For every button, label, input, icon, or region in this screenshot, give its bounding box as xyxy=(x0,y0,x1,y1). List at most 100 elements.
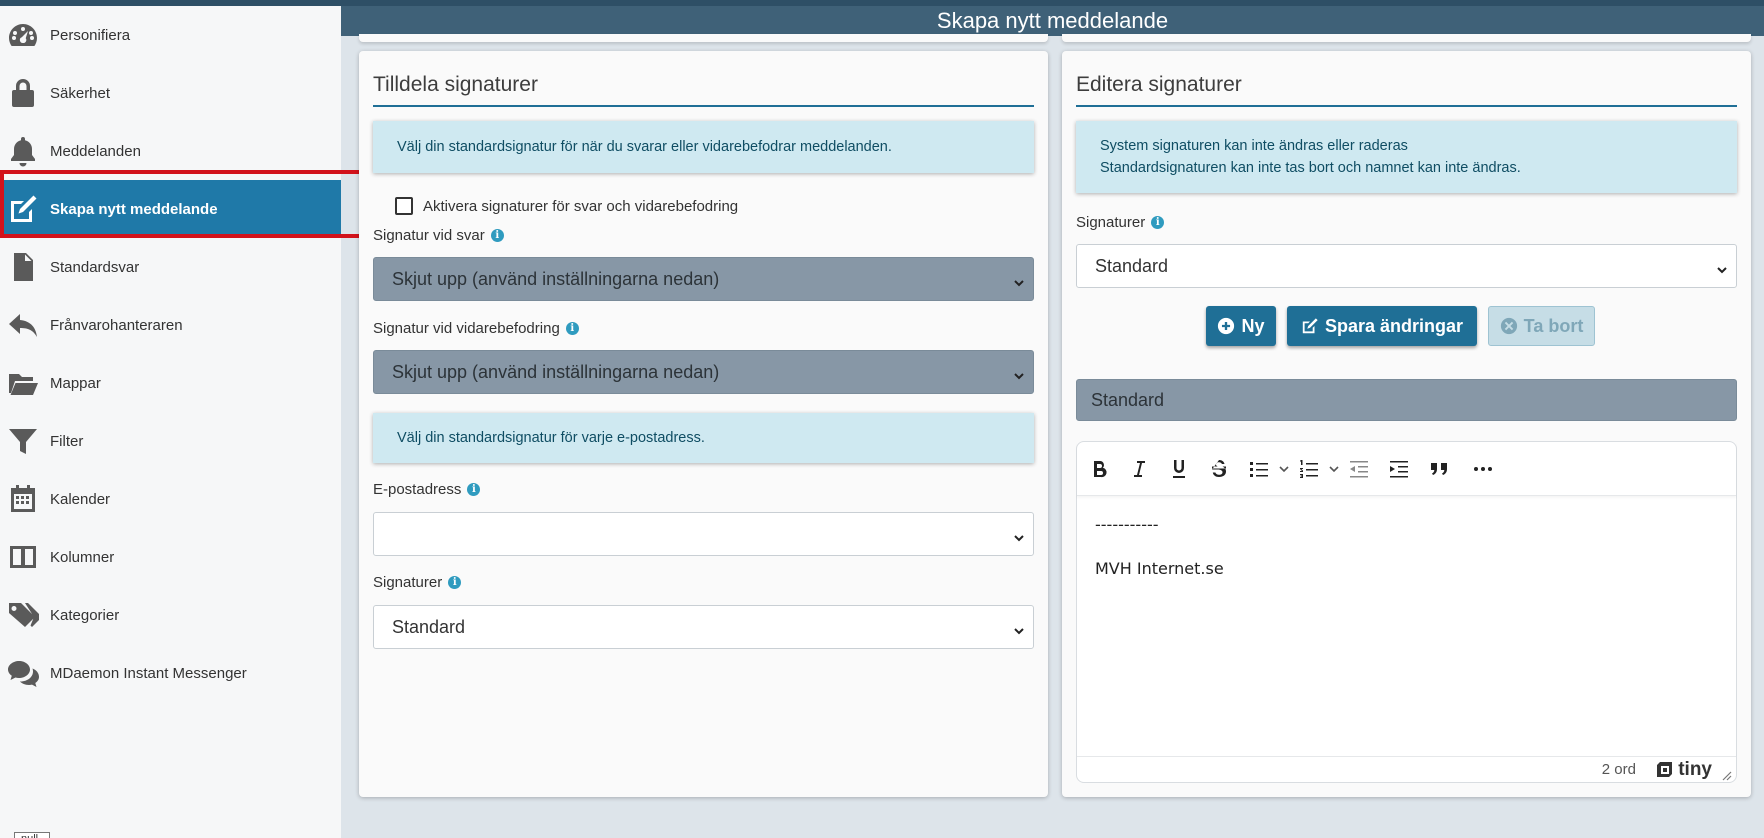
sidebar-item-label: Kategorier xyxy=(50,606,120,624)
sidebar-item-label: Personifiera xyxy=(50,26,131,44)
new-button[interactable]: Ny xyxy=(1206,306,1276,346)
close-circle-icon xyxy=(1500,317,1517,335)
alert-line: Standardsignaturen kan inte tas bort och… xyxy=(1100,160,1521,176)
label-text: Signaturer xyxy=(1076,214,1146,231)
forward-signature-label: Signatur vid vidarebefodring i xyxy=(373,320,579,337)
sidebar-item-skapa-nytt-meddelande[interactable]: Skapa nytt meddelande xyxy=(0,180,341,238)
outdent-icon xyxy=(1350,461,1368,478)
filter-icon xyxy=(6,424,40,458)
document-icon xyxy=(6,250,40,284)
lock-icon xyxy=(6,76,40,110)
sidebar-item-filter[interactable]: Filter xyxy=(0,412,341,470)
signatures-label: Signaturer i xyxy=(1076,214,1165,231)
chevron-down-icon[interactable] xyxy=(1277,462,1291,476)
bell-icon xyxy=(6,134,40,168)
sidebar-item-label: Frånvarohanteraren xyxy=(50,316,183,334)
button-label: Spara ändringar xyxy=(1324,315,1464,336)
reply-signature-select[interactable]: Skjut upp (använd inställningarna nedan) xyxy=(373,257,1034,301)
strikethrough-icon xyxy=(1212,460,1226,477)
info-alert: System signaturen kan inte ändras eller … xyxy=(1076,121,1737,193)
bullet-list-button[interactable] xyxy=(1245,455,1273,483)
editor-content[interactable]: ----------- MVH Internet.se xyxy=(1095,514,1224,602)
info-icon[interactable]: i xyxy=(565,322,579,335)
italic-button[interactable] xyxy=(1125,455,1153,483)
underline-icon xyxy=(1173,460,1185,478)
enable-signatures-checkbox[interactable] xyxy=(395,197,413,215)
edit-icon xyxy=(6,192,40,226)
signatures-select[interactable]: Standard xyxy=(373,605,1034,649)
sidebar-item-franvarohanteraren[interactable]: Frånvarohanteraren xyxy=(0,296,341,354)
calendar-icon xyxy=(6,482,40,516)
name-value: Standard xyxy=(1091,389,1165,410)
sidebar-item-meddelanden[interactable]: Meddelanden xyxy=(0,122,341,180)
email-label: E-postadress i xyxy=(373,481,481,498)
sidebar-item-kategorier[interactable]: Kategorier xyxy=(0,586,341,644)
sidebar-item-label: Kalender xyxy=(50,490,111,508)
select-value: Standard xyxy=(392,616,466,637)
email-select[interactable] xyxy=(373,512,1034,556)
brand-text: tiny xyxy=(1678,759,1712,780)
bold-button[interactable] xyxy=(1085,455,1113,483)
chevron-down-icon xyxy=(1716,260,1728,274)
label-text: Signatur vid vidarebefodring xyxy=(373,320,560,337)
sidebar-item-mdaemon-instant-messenger[interactable]: MDaemon Instant Messenger xyxy=(0,644,341,702)
tiny-logo-icon xyxy=(1657,762,1673,777)
panel-stub-right xyxy=(1062,34,1751,42)
button-label: Ta bort xyxy=(1523,315,1584,336)
blockquote-button[interactable] xyxy=(1425,455,1453,483)
info-icon[interactable]: i xyxy=(448,576,462,589)
sidebar-item-standardsvar[interactable]: Standardsvar xyxy=(0,238,341,296)
info-icon[interactable]: i xyxy=(1151,216,1165,229)
edit-signatures-select[interactable]: Standard xyxy=(1076,244,1737,288)
sidebar-item-label: Mappar xyxy=(50,374,101,392)
sidebar-item-label: Standardsvar xyxy=(50,258,140,276)
sidebar-item-label: Kolumner xyxy=(50,548,115,566)
forward-signature-select[interactable]: Skjut upp (använd inställningarna nedan) xyxy=(373,350,1034,394)
alert-text: Välj din standardsignatur för varje e-po… xyxy=(397,430,705,446)
signature-editor[interactable]: ----------- MVH Internet.se 2 ord tiny xyxy=(1076,441,1737,783)
edit-signatures-panel: Editera signaturer System signaturen kan… xyxy=(1062,51,1751,797)
label-text: Signatur vid svar xyxy=(373,227,485,244)
numbered-list-button[interactable] xyxy=(1295,455,1323,483)
indent-icon xyxy=(1390,461,1408,478)
sidebar-item-mappar[interactable]: Mappar xyxy=(0,354,341,412)
sidebar-item-label: Meddelanden xyxy=(50,142,141,160)
info-icon[interactable]: i xyxy=(467,483,481,496)
save-changes-button[interactable]: Spara ändringar xyxy=(1287,306,1477,346)
sidebar: Personifiera Säkerhet Meddelanden Skapa … xyxy=(0,6,341,838)
resize-handle-icon[interactable] xyxy=(1722,768,1732,781)
bullet-list-icon xyxy=(1250,462,1268,477)
delete-button[interactable]: Ta bort xyxy=(1488,306,1595,346)
indent-button[interactable] xyxy=(1385,455,1413,483)
info-alert: Välj din standardsignatur för när du sva… xyxy=(373,121,1034,173)
sidebar-item-kolumner[interactable]: Kolumner xyxy=(0,528,341,586)
columns-icon xyxy=(6,540,40,574)
sidebar-item-sakerhet[interactable]: Säkerhet xyxy=(0,64,341,122)
sidebar-item-personifiera[interactable]: Personifiera xyxy=(0,6,341,64)
tiny-logo[interactable]: tiny xyxy=(1656,759,1712,781)
sidebar-item-label: Filter xyxy=(50,432,84,450)
chevron-down-icon xyxy=(1013,621,1025,635)
signature-name-field[interactable]: Standard xyxy=(1076,379,1737,421)
panel-title: Tilldela signaturer xyxy=(373,73,538,96)
info-icon[interactable]: i xyxy=(490,229,504,242)
bold-icon xyxy=(1094,461,1107,478)
button-label: Ny xyxy=(1241,315,1265,336)
sidebar-item-label: MDaemon Instant Messenger xyxy=(50,664,247,682)
underline-button[interactable] xyxy=(1165,455,1193,483)
label-text: Signaturer xyxy=(373,574,443,591)
enable-signatures-row[interactable]: Aktivera signaturer för svar och vidareb… xyxy=(395,197,738,215)
null-placeholder: null xyxy=(14,832,50,838)
chevron-down-icon[interactable] xyxy=(1327,462,1341,476)
sidebar-item-label: Säkerhet xyxy=(50,84,111,102)
alert-text: Välj din standardsignatur för när du sva… xyxy=(397,139,892,155)
more-button[interactable] xyxy=(1469,455,1497,483)
checkbox-label: Aktivera signaturer för svar och vidareb… xyxy=(423,197,739,215)
plus-circle-icon xyxy=(1218,317,1235,335)
page-title: Skapa nytt meddelande xyxy=(936,8,1169,33)
sidebar-item-kalender[interactable]: Kalender xyxy=(0,470,341,528)
panel-stub-left xyxy=(359,34,1048,42)
strikethrough-button[interactable] xyxy=(1205,455,1233,483)
outdent-button[interactable] xyxy=(1345,455,1373,483)
word-count[interactable]: 2 ord xyxy=(1602,761,1636,778)
